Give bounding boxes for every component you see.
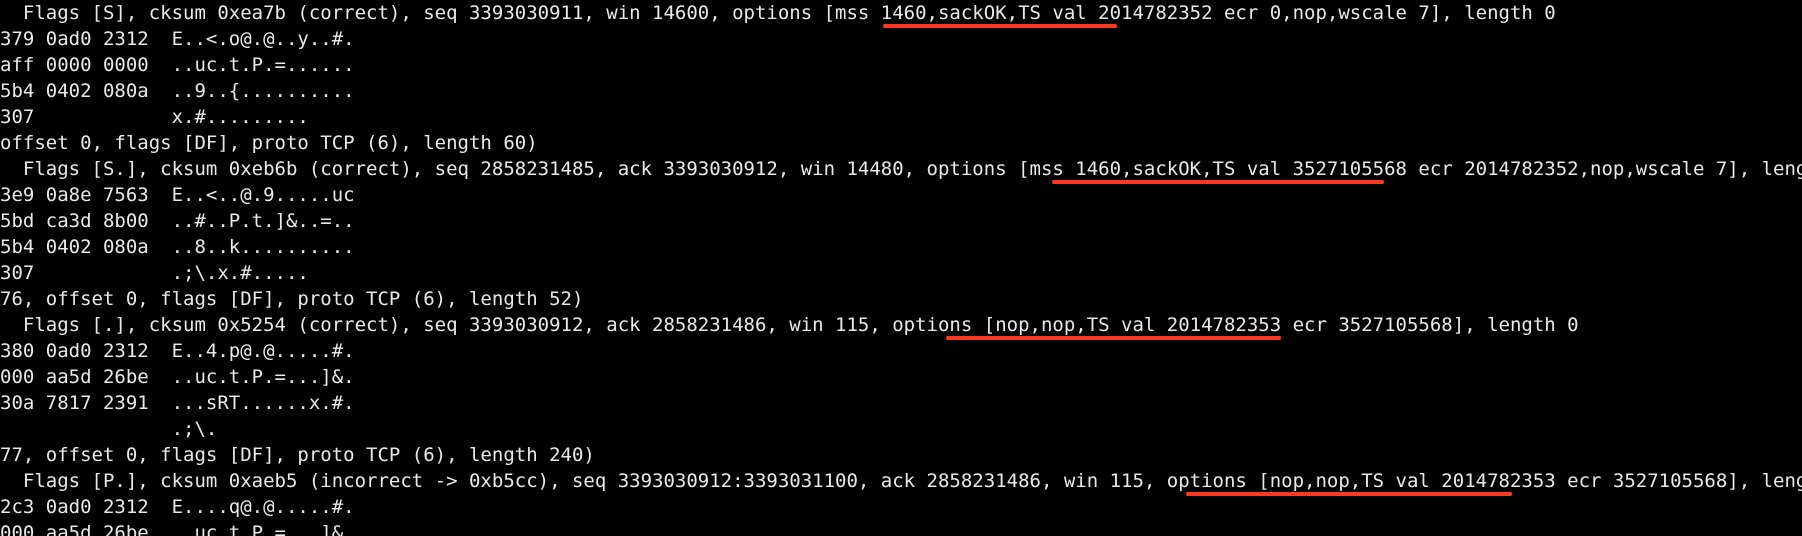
terminal-line: Flags [S.], cksum 0xeb6b (correct), seq … bbox=[0, 158, 1802, 180]
terminal-line: Flags [S], cksum 0xea7b (correct), seq 3… bbox=[0, 2, 1556, 24]
terminal-line: 3e9 0a8e 7563 E..<..@.9.....uc bbox=[0, 184, 355, 206]
terminal-line: .;\. bbox=[0, 418, 218, 440]
terminal-window[interactable]: Flags [S], cksum 0xea7b (correct), seq 3… bbox=[0, 0, 1802, 536]
annotation-underline bbox=[883, 24, 1117, 28]
annotation-underline bbox=[946, 336, 1281, 340]
terminal-line: 5bd ca3d 8b00 ..#..P.t.]&..=.. bbox=[0, 210, 355, 232]
terminal-line: 5b4 0402 080a ..9..{.......... bbox=[0, 80, 355, 102]
terminal-line: Flags [P.], cksum 0xaeb5 (incorrect -> 0… bbox=[0, 470, 1802, 492]
terminal-line: 5b4 0402 080a ..8..k.......... bbox=[0, 236, 355, 258]
terminal-line: 307 .;\.x.#..... bbox=[0, 262, 309, 284]
terminal-line: 000 aa5d 26be ..uc.t.P.=...]&. bbox=[0, 522, 355, 536]
terminal-line: 30a 7817 2391 ...sRT......x.#. bbox=[0, 392, 355, 414]
terminal-line: aff 0000 0000 ..uc.t.P.=...... bbox=[0, 54, 355, 76]
annotation-underline bbox=[1186, 492, 1512, 496]
terminal-line: 000 aa5d 26be ..uc.t.P.=...]&. bbox=[0, 366, 355, 388]
terminal-line: offset 0, flags [DF], proto TCP (6), len… bbox=[0, 132, 538, 154]
annotation-underline bbox=[1052, 180, 1384, 184]
terminal-line: 2c3 0ad0 2312 E....q@.@.....#. bbox=[0, 496, 355, 518]
terminal-line: 379 0ad0 2312 E..<.o@.@..y..#. bbox=[0, 28, 355, 50]
terminal-line: 77, offset 0, flags [DF], proto TCP (6),… bbox=[0, 444, 595, 466]
terminal-line: Flags [.], cksum 0x5254 (correct), seq 3… bbox=[0, 314, 1579, 336]
terminal-line: 380 0ad0 2312 E..4.p@.@.....#. bbox=[0, 340, 355, 362]
terminal-line: 76, offset 0, flags [DF], proto TCP (6),… bbox=[0, 288, 584, 310]
terminal-line: 307 x.#......... bbox=[0, 106, 309, 128]
